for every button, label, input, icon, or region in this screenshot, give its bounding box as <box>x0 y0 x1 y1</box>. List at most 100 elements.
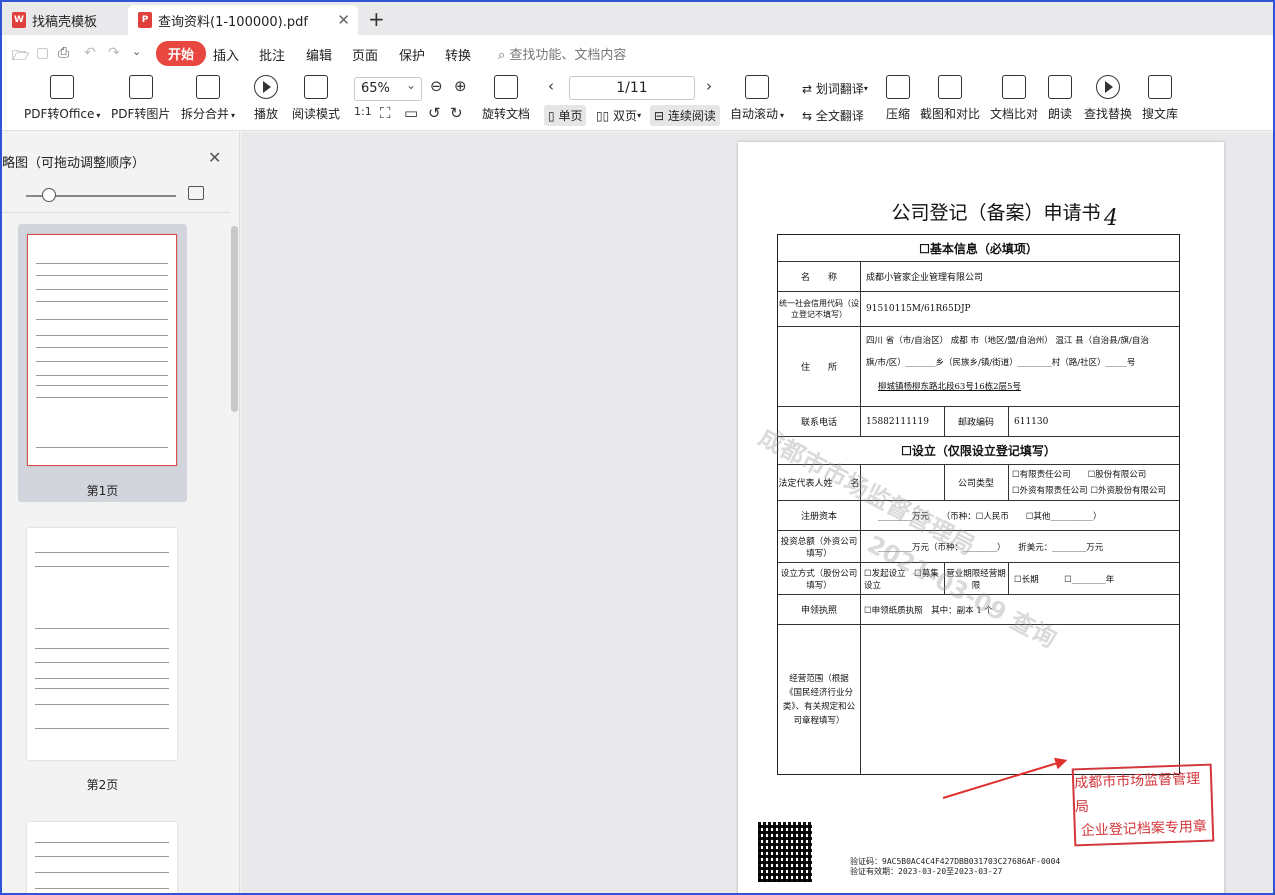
zoom-select[interactable]: 65% <box>354 77 422 101</box>
pdf-file-icon: P <box>138 12 152 28</box>
read-aloud-button[interactable]: 朗读 <box>1048 75 1072 122</box>
menu-annotate[interactable]: 批注 <box>259 45 285 64</box>
continuous-read-button[interactable]: ⊟ 连续阅读 <box>650 105 720 126</box>
fit-page-icon[interactable]: ⛶ <box>380 104 391 122</box>
new-tab-icon[interactable]: + <box>368 7 385 31</box>
button-label: PDF转Office <box>24 107 95 121</box>
pdf-to-office-button[interactable]: PDF转Office ▾ <box>24 75 100 122</box>
term-value: ☐长期 ☐________年 <box>1014 574 1115 585</box>
find-replace-button[interactable]: 查找替换 <box>1084 75 1132 122</box>
compress-button[interactable]: 压缩 <box>886 75 910 122</box>
menu-start[interactable]: 开始 <box>156 41 207 66</box>
split-merge-icon <box>196 75 221 99</box>
continuous-icon: ⊟ <box>654 108 665 123</box>
zoom-out-icon[interactable]: ⊖ <box>430 77 443 95</box>
page-number-input[interactable]: 1/11 <box>569 76 695 100</box>
address-line-3: 柳城镇杨柳东路北段63号16栋2层5号 <box>878 382 1021 392</box>
form-row: 注册资本 ________万元 （币种：☐人民币 ☐其他__________） <box>778 501 1179 531</box>
qr-code <box>758 822 812 882</box>
pdf-to-image-button[interactable]: PDF转图片 <box>111 75 170 122</box>
menu-protect[interactable]: 保护 <box>399 45 425 64</box>
screenshot-compare-button[interactable]: 截图和对比 <box>920 75 980 122</box>
zoom-in-icon[interactable]: ⊕ <box>454 77 467 95</box>
tab-template[interactable]: W 找稿壳模板 <box>2 5 126 35</box>
translate-icon: ⇄ <box>802 81 813 96</box>
thumbnail-page-3[interactable] <box>18 812 187 893</box>
document-view[interactable]: 公司登记（备案）申请书 4 ☐基本信息（必填项） 名 称 成都小管家企业管理有限… <box>241 132 1273 893</box>
thumbnail-page-2[interactable]: 第2页 <box>18 518 187 796</box>
search-library-button[interactable]: 搜文库 <box>1142 75 1178 122</box>
full-translate-button[interactable]: ⇆ 全文翻译 <box>802 107 864 124</box>
feature-search[interactable]: ⌕ 查找功能、文档内容 <box>498 44 626 63</box>
tab-current-pdf[interactable]: P 查询资料(1-100000).pdf ✕ <box>128 5 358 35</box>
single-page-button[interactable]: ▯ 单页 <box>544 105 587 126</box>
undo-icon[interactable]: ↶ <box>84 45 96 61</box>
document-title: 公司登记（备案）申请书 <box>891 202 1101 224</box>
search-placeholder: 查找功能、文档内容 <box>509 48 627 63</box>
button-label: 文档比对 <box>990 107 1039 121</box>
name-value: 成都小管家企业管理有限公司 <box>866 273 984 283</box>
rotate-right-icon[interactable]: ↻ <box>450 104 463 122</box>
close-tab-icon[interactable]: ✕ <box>337 11 350 29</box>
button-label: 划词翻译 <box>815 82 864 96</box>
menu-edit[interactable]: 编辑 <box>306 45 332 64</box>
double-page-button[interactable]: ▯▯ 双页 ▾ <box>596 107 641 124</box>
button-label: 旋转文档 <box>482 107 531 121</box>
open-folder-icon[interactable]: 🗁 <box>12 45 29 69</box>
prev-page-icon[interactable]: ‹ <box>548 77 554 95</box>
slider-handle[interactable] <box>42 188 56 202</box>
form-row: 住 所 四川 省（市/自治区） 成都 市（地区/盟/自治州） 温江 县（自治县/… <box>778 327 1179 407</box>
image-icon[interactable] <box>188 186 204 200</box>
caret-down-icon: ▾ <box>863 84 868 93</box>
menu-convert[interactable]: 转换 <box>445 45 471 64</box>
button-label: 全文翻译 <box>815 109 864 123</box>
credit-code-label: 统一社会信用代码（设立登记不填写） <box>779 299 859 319</box>
establish-method-label: 设立方式（股份公司填写） <box>780 568 858 591</box>
thumbnail-scrollbar[interactable] <box>231 226 238 412</box>
caret-down-icon: ▾ <box>780 111 785 120</box>
save-icon[interactable]: ▢ <box>36 45 49 61</box>
fit-width-icon[interactable]: ▭ <box>404 104 418 122</box>
word-translate-button[interactable]: ⇄ 划词翻译 ▾ <box>802 80 868 97</box>
thumbnail-label: 第1页 <box>86 484 119 498</box>
rotate-document-button[interactable]: 旋转文档 <box>482 75 530 122</box>
book-icon <box>304 75 328 99</box>
name-label: 名 称 <box>800 273 837 283</box>
tab-label: 查询资料(1-100000).pdf <box>158 14 308 30</box>
rotate-left-icon[interactable]: ↺ <box>428 104 441 122</box>
doc-compare-button[interactable]: 文档比对 <box>990 75 1038 122</box>
next-page-icon[interactable]: › <box>706 77 712 95</box>
caret-down-icon: ▾ <box>637 111 642 120</box>
autoscroll-button[interactable]: 自动滚动 ▾ <box>730 75 784 122</box>
caret-down-icon: ▾ <box>96 111 101 120</box>
print-icon[interactable]: ⎙ <box>58 45 69 61</box>
divider <box>2 212 230 213</box>
actual-size-icon[interactable]: 1:1 <box>354 105 372 118</box>
read-mode-button[interactable]: 阅读模式 <box>292 75 340 122</box>
company-type-options-2: ☐外资有限责任公司 ☐外资股份有限公司 <box>1012 486 1166 496</box>
thumbnail-page-1[interactable]: 第1页 <box>18 224 187 502</box>
menu-insert[interactable]: 插入 <box>213 45 239 64</box>
play-button[interactable]: 播放 <box>254 75 278 122</box>
split-merge-button[interactable]: 拆分合并 ▾ <box>181 75 235 122</box>
menu-page[interactable]: 页面 <box>352 45 378 64</box>
redo-icon[interactable]: ↷ <box>108 45 120 61</box>
seal-line-2: 企业登记档案专用章 <box>1080 818 1208 840</box>
verification-code: 验证码：9AC5B0AC4C4F427DBB031703C27686AF-000… <box>850 857 1061 866</box>
form-row: 经营范围（根据《国民经济行业分类》、有关规定和公司章程填写） <box>778 625 1179 774</box>
business-scope-label: 经营范围（根据《国民经济行业分类》、有关规定和公司章程填写） <box>782 673 856 726</box>
button-label: 朗读 <box>1048 107 1073 121</box>
more-dropdown-icon[interactable]: ⌄ <box>132 45 141 58</box>
app-logo-icon: W <box>12 12 26 28</box>
button-label: 连续阅读 <box>667 109 716 123</box>
pdf-to-image-icon <box>128 75 153 99</box>
pdf-to-office-icon <box>50 75 75 99</box>
verification-validity: 验证有效期：2023-03-20至2023-03-27 <box>850 867 1003 876</box>
button-label: 双页 <box>613 109 638 123</box>
single-page-icon: ▯ <box>548 108 555 123</box>
thumbnail-image <box>27 234 177 466</box>
close-panel-icon[interactable]: ✕ <box>208 148 221 167</box>
button-label: 自动滚动 <box>730 107 779 121</box>
menu-row: 🗁 ▢ ⎙ ↶ ↷ ⌄ 开始 插入 批注 编辑 页面 保护 转换 ⌕ 查找功能、… <box>2 35 1273 71</box>
verification-info: 验证码：9AC5B0AC4C4F427DBB031703C27686AF-000… <box>850 857 1060 877</box>
